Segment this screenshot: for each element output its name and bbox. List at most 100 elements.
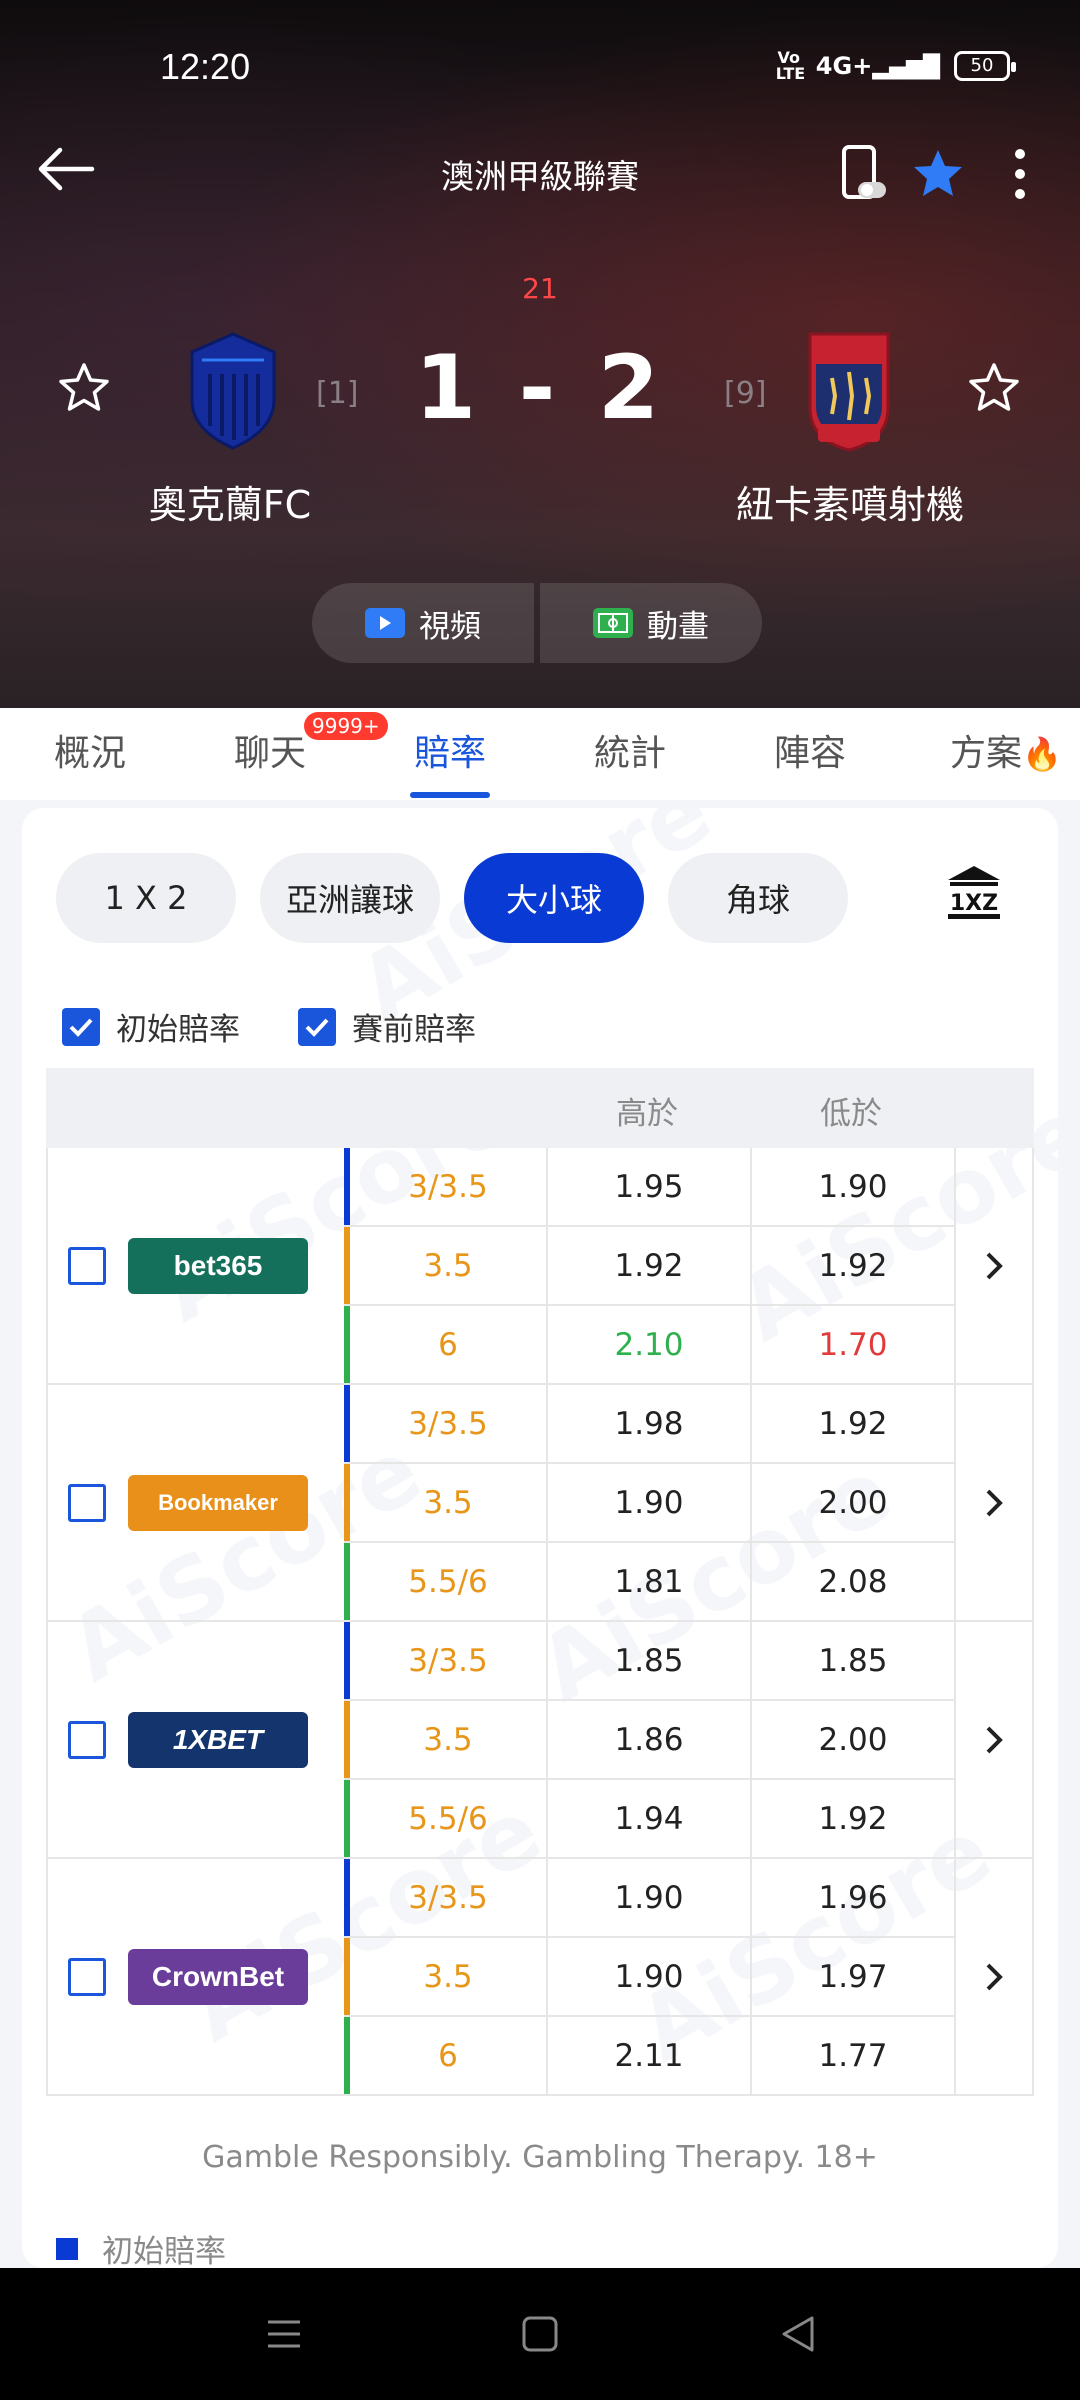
under-odds: 1.70: [752, 1306, 956, 1383]
video-label: 視頻: [419, 608, 481, 645]
chevron-right-icon[interactable]: [956, 1148, 1032, 1383]
home-icon[interactable]: [518, 2312, 562, 2356]
legend-swatch: [56, 2237, 78, 2260]
away-rank: [9]: [724, 376, 767, 411]
phone-landscape-icon[interactable]: [838, 144, 888, 204]
over-odds: 1.90: [548, 1464, 752, 1541]
chevron-right-icon[interactable]: [956, 1622, 1032, 1857]
odds-row: 6 2.10 1.70: [344, 1306, 956, 1383]
line-value: 3/3.5: [344, 1148, 548, 1225]
menu-icon[interactable]: [262, 2312, 306, 2356]
odds-type-checks: 初始賠率 賽前賠率: [62, 1004, 476, 1049]
under-odds: 1.77: [752, 2017, 956, 2094]
match-minute: 21: [522, 272, 558, 305]
pitch-icon: [593, 608, 633, 638]
under-odds: 1.85: [752, 1622, 956, 1699]
prematch-odds-label: 賽前賠率: [352, 1012, 476, 1048]
opening-odds-label: 初始賠率: [116, 1012, 240, 1048]
tab-tips-label: 方案: [950, 733, 1023, 774]
fire-icon: 🔥: [1022, 735, 1062, 773]
over-odds: 1.95: [548, 1148, 752, 1225]
bookmaker-checkbox[interactable]: [68, 1720, 106, 1759]
market-filters: 1 X 2 亞洲讓球 大小球 角球: [56, 853, 848, 943]
bookmaker-row: 1XBET 3/3.5 1.85 1.85 3.5 1.86 2.00 5.5/6 1.9…: [46, 1622, 1034, 1859]
over-odds: 1.85: [548, 1622, 752, 1699]
tab-odds[interactable]: 賠率: [360, 708, 540, 800]
line-value: 3/3.5: [344, 1385, 548, 1462]
tab-overview[interactable]: 概況: [0, 708, 180, 800]
under-odds: 2.00: [752, 1464, 956, 1541]
tab-lineups[interactable]: 陣容: [720, 708, 900, 800]
odds-row: 6 2.11 1.77: [344, 2017, 956, 2094]
odds-row: 3.5 1.90 1.97: [344, 1938, 956, 2017]
bookmaker-checkbox[interactable]: [68, 1957, 106, 1996]
tab-tips[interactable]: 方案🔥: [900, 708, 1080, 800]
back-icon[interactable]: [776, 2312, 820, 2356]
bookmaker-row: Bookmaker 3/3.5 1.98 1.92 3.5 1.90 2.00 5.5/…: [46, 1385, 1034, 1622]
line-value: 5.5/6: [344, 1780, 548, 1857]
match-tabs: 概況 聊天 9999+ 賠率 統計 陣容 方案🔥: [0, 708, 1080, 800]
over-odds: 1.86: [548, 1701, 752, 1778]
odds-row: 3/3.5 1.95 1.90: [344, 1148, 956, 1227]
favorite-star-icon[interactable]: [910, 146, 966, 202]
over-odds: 1.94: [548, 1780, 752, 1857]
line-value: 3.5: [344, 1227, 548, 1304]
odds-row: 3/3.5 1.90 1.96: [344, 1859, 956, 1938]
bookmaker-name: bet365: [173, 1249, 263, 1281]
battery-icon: 50: [954, 51, 1016, 81]
more-options-icon[interactable]: [1000, 146, 1040, 202]
media-buttons: 視頻 動畫: [312, 583, 762, 663]
legend: 初始賠率: [56, 2226, 226, 2268]
video-button[interactable]: 視頻: [312, 583, 534, 663]
filter-asian-handicap[interactable]: 亞洲讓球: [260, 853, 440, 943]
over-odds: 2.10: [548, 1306, 752, 1383]
gamble-responsibly-note: Gamble Responsibly. Gambling Therapy. 18…: [202, 2140, 878, 2175]
odds-row: 3.5 1.90 2.00: [344, 1464, 956, 1543]
bookmaker-bank-icon[interactable]: 1XZ: [944, 862, 1004, 922]
line-value: 3.5: [344, 1701, 548, 1778]
bookmaker-row: bet365 3/3.5 1.95 1.90 3.5 1.92 1.92 6 2.10 1.…: [46, 1148, 1034, 1385]
tab-chat[interactable]: 聊天 9999+: [180, 708, 388, 800]
over-odds: 1.90: [548, 1859, 752, 1936]
opening-odds-check[interactable]: 初始賠率: [62, 1004, 240, 1049]
odds-row: 3.5 1.86 2.00: [344, 1701, 956, 1780]
favorite-away-star-icon[interactable]: [966, 360, 1022, 416]
line-value: 6: [344, 2017, 548, 2094]
tab-stats[interactable]: 統計: [540, 708, 720, 800]
bookmaker-name: Bookmaker: [158, 1489, 278, 1515]
animation-button[interactable]: 動畫: [540, 583, 762, 663]
checkbox-checked-icon: [298, 1007, 336, 1046]
over-odds: 1.92: [548, 1227, 752, 1304]
volte-indicator: Vo LTE: [775, 48, 806, 83]
under-odds: 2.00: [752, 1701, 956, 1778]
bookmaker-checkbox[interactable]: [68, 1483, 106, 1522]
status-icons: Vo LTE 4G+▂▄▆█ 50: [775, 48, 1016, 83]
bookmaker-row: CrownBet 3/3.5 1.90 1.96 3.5 1.90 1.97 6 2.11…: [46, 1859, 1034, 2096]
filter-corners[interactable]: 角球: [668, 853, 848, 943]
over-odds: 1.98: [548, 1385, 752, 1462]
odds-row: 3/3.5 1.85 1.85: [344, 1622, 956, 1701]
under-odds: 1.96: [752, 1859, 956, 1936]
line-value: 3.5: [344, 1464, 548, 1541]
filter-over-under[interactable]: 大小球: [464, 853, 644, 943]
odds-table: 高於 低於 bet365 3/3.5 1.95 1.90 3.5 1.92 1.92 6…: [46, 1068, 1034, 2096]
play-icon: [365, 608, 405, 638]
under-odds: 1.90: [752, 1148, 956, 1225]
chevron-right-icon[interactable]: [956, 1859, 1032, 2094]
away-team-name: 紐卡素噴射機: [735, 483, 964, 527]
bookmaker-checkbox[interactable]: [68, 1246, 106, 1285]
chevron-right-icon[interactable]: [956, 1385, 1032, 1620]
bookmaker-name: CrownBet: [151, 1960, 285, 1992]
svg-text:1XZ: 1XZ: [950, 891, 998, 916]
1xbet-logo: 1XBET: [128, 1711, 308, 1768]
under-odds: 1.92: [752, 1780, 956, 1857]
under-odds: 1.92: [752, 1227, 956, 1304]
odds-row: 3/3.5 1.98 1.92: [344, 1385, 956, 1464]
crownbet-logo: CrownBet: [128, 1948, 308, 2005]
bookmaker-logo: Bookmaker: [128, 1474, 308, 1531]
over-odds: 2.11: [548, 2017, 752, 2094]
tab-lineups-label: 陣容: [773, 733, 846, 774]
prematch-odds-check[interactable]: 賽前賠率: [298, 1004, 476, 1049]
filter-1x2[interactable]: 1 X 2: [56, 853, 236, 943]
tab-chat-label: 聊天: [233, 733, 306, 774]
